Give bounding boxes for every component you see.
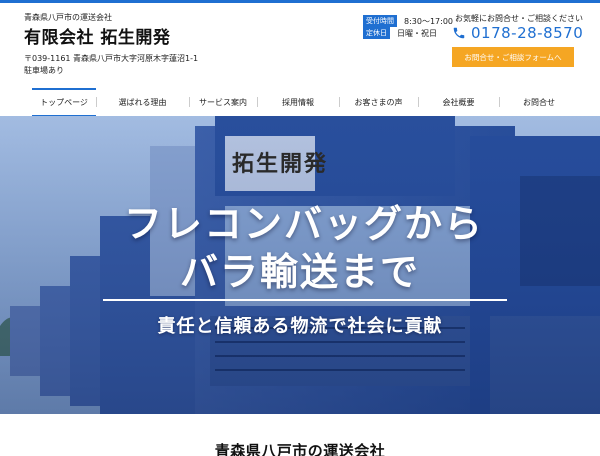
nav-item-services[interactable]: サービス案内 (189, 88, 257, 116)
nav-item-reasons[interactable]: 選ばれる理由 (96, 88, 189, 116)
hero-banner: 拓生開発 フレコンバッグから バラ輸送まで 責任と信頼ある物流で社会に貢献 (0, 116, 600, 414)
closed-value: 日曜・祝日 (397, 28, 437, 38)
hero-divider (103, 299, 507, 301)
nav-item-top[interactable]: トップページ (32, 88, 96, 116)
phone-number: 0178-28-8570 (471, 24, 584, 42)
hours-label: 受付時間 (363, 15, 397, 27)
contact-prompt: お気軽にお問合せ・ご相談ください (455, 14, 583, 23)
main-nav: トップページ 選ばれる理由 サービス案内 採用情報 お客さまの声 会社概要 お問… (0, 88, 600, 116)
company-name-logo[interactable]: 有限会社 拓生開発 (24, 23, 170, 48)
phone-link[interactable]: 0178-28-8570 (452, 24, 583, 42)
phone-icon (453, 27, 465, 39)
nav-item-recruit[interactable]: 採用情報 (257, 88, 339, 116)
business-hours: 受付時間 8:30〜17:00 (363, 15, 453, 27)
site-tagline: 青森県八戸市の運送会社 (24, 13, 112, 22)
hero-headline-2: バラ輸送まで (179, 250, 420, 294)
hours-value: 8:30〜17:00 (404, 16, 454, 26)
closed-days: 定休日 日曜・祝日 (363, 27, 437, 39)
nav-item-contact[interactable]: お問合せ (499, 88, 579, 116)
site-header: 青森県八戸市の運送会社 有限会社 拓生開発 〒039-1161 青森県八戸市大字… (0, 3, 600, 88)
contact-form-button[interactable]: お問合せ・ご相談フォームへ (452, 47, 574, 67)
hero-subtitle: 責任と信頼ある物流で社会に貢献 (157, 316, 443, 337)
closed-label: 定休日 (363, 27, 390, 39)
truck-door-lettering: 拓生開発 (232, 151, 329, 177)
hero-headline-1: フレコンバッグから (123, 202, 484, 246)
section-title: 青森県八戸市の運送会社 (214, 442, 386, 456)
nav-item-company[interactable]: 会社概要 (418, 88, 499, 116)
parking-note: 駐車場あり (24, 66, 64, 75)
nav-item-voices[interactable]: お客さまの声 (339, 88, 418, 116)
company-address: 〒039-1161 青森県八戸市大字河原木字蓮沼1-1 (24, 54, 199, 63)
